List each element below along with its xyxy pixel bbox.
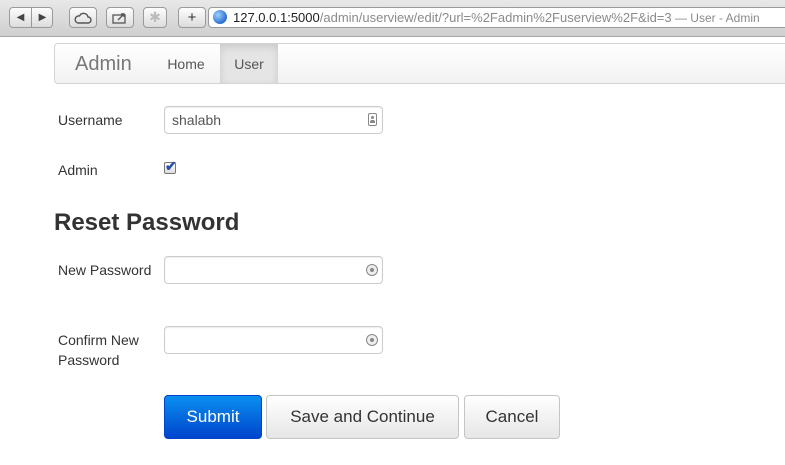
save-and-continue-button[interactable]: Save and Continue bbox=[266, 395, 459, 439]
admin-checkbox[interactable]: ✔ bbox=[164, 158, 177, 174]
globe-icon bbox=[213, 10, 227, 24]
admin-label: Admin bbox=[58, 162, 98, 178]
checkmark-icon: ✔ bbox=[165, 158, 177, 174]
extension-button[interactable]: ✱ bbox=[143, 7, 167, 28]
puzzle-icon: ✱ bbox=[149, 9, 161, 25]
password-key-icon[interactable] bbox=[366, 264, 378, 276]
nav-item-user[interactable]: User bbox=[220, 44, 278, 83]
cancel-button[interactable]: Cancel bbox=[464, 395, 560, 439]
back-icon[interactable]: ◀ bbox=[10, 8, 31, 27]
nav-item-home[interactable]: Home bbox=[154, 44, 218, 83]
back-forward-group: ◀ ▶ bbox=[9, 7, 53, 28]
username-value: shalabh bbox=[172, 112, 222, 128]
brand-link[interactable]: Admin bbox=[75, 53, 132, 76]
confirm-password-label-line2: Password bbox=[58, 352, 120, 368]
url-path: /admin/userview/edit/?url=%2Fadmin%2Fuse… bbox=[319, 10, 672, 25]
reset-password-heading: Reset Password bbox=[54, 209, 240, 236]
new-password-field[interactable] bbox=[164, 256, 383, 284]
url-text: 127.0.0.1:5000/admin/userview/edit/?url=… bbox=[233, 10, 760, 25]
share-icon bbox=[112, 12, 126, 24]
new-tab-button[interactable]: + bbox=[178, 7, 206, 28]
confirm-password-field[interactable] bbox=[164, 326, 383, 354]
new-password-label: New Password bbox=[58, 262, 152, 278]
page-title: — User - Admin bbox=[671, 11, 760, 25]
icloud-button[interactable] bbox=[69, 7, 97, 28]
submit-button[interactable]: Submit bbox=[164, 395, 262, 439]
cloud-icon bbox=[74, 12, 92, 24]
address-bar[interactable]: 127.0.0.1:5000/admin/userview/edit/?url=… bbox=[208, 7, 785, 28]
plus-icon: + bbox=[187, 9, 197, 26]
confirm-password-label-line1: Confirm New bbox=[58, 332, 139, 348]
forward-icon[interactable]: ▶ bbox=[31, 8, 53, 27]
url-host: 127.0.0.1:5000 bbox=[233, 10, 320, 25]
password-key-icon[interactable] bbox=[366, 334, 378, 346]
username-field[interactable]: shalabh bbox=[164, 106, 383, 134]
admin-navbar: Admin Home User bbox=[54, 43, 785, 84]
share-button[interactable] bbox=[106, 7, 134, 28]
browser-toolbar: ◀ ▶ ✱ + 127.0.0.1:5000/admin/userview/ed… bbox=[0, 0, 785, 37]
username-label: Username bbox=[58, 112, 123, 128]
contact-card-icon[interactable] bbox=[368, 113, 377, 126]
